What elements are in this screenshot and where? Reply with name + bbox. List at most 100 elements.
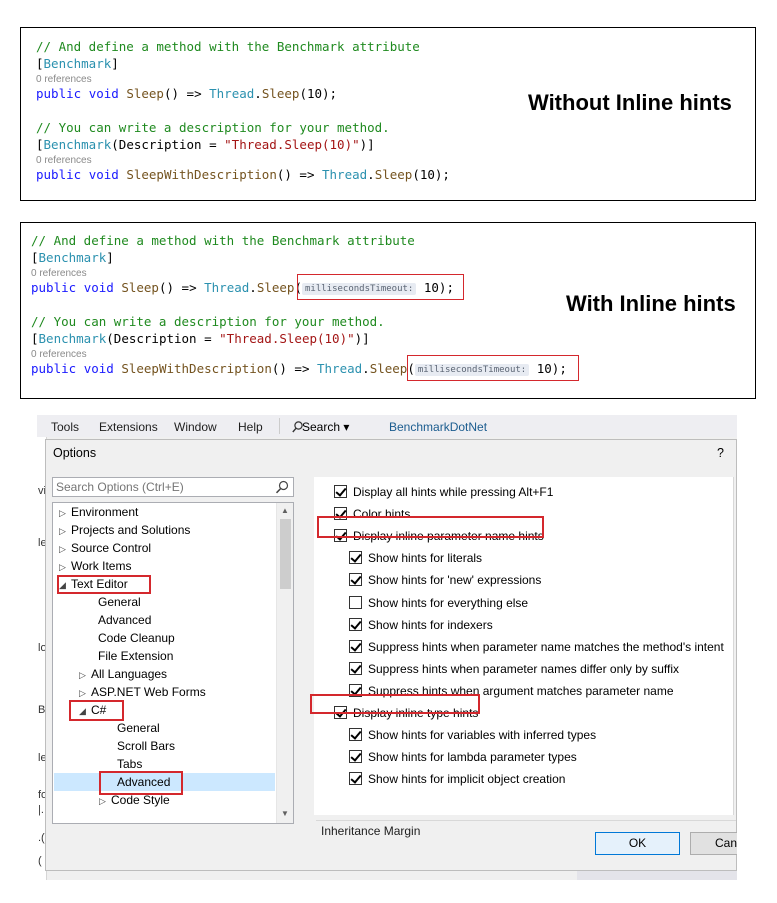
expand-arrow-icon[interactable]: ▷ (79, 666, 91, 684)
code-method-name: Sleep (121, 280, 159, 295)
options-search-box[interactable] (52, 477, 294, 497)
tree-item-environment[interactable]: ▷ Environment (59, 503, 138, 521)
option-hints-literals[interactable]: Show hints for literals (349, 550, 482, 568)
code-token: [ (31, 250, 39, 265)
tree-item-csharp-general[interactable]: General (117, 719, 160, 737)
option-suppress-suffix[interactable]: Suppress hints when parameter names diff… (349, 661, 679, 679)
tree-item-work-items[interactable]: ▷ Work Items (59, 557, 131, 575)
code-token: () => (158, 280, 205, 295)
option-hints-indexers[interactable]: Show hints for indexers (349, 617, 493, 635)
tree-scrollbar[interactable]: ▲ ▼ (276, 503, 293, 823)
code-method-name: SleepWithDescription (126, 167, 277, 182)
code-string: "Thread.Sleep(10)" (219, 331, 355, 346)
menu-extensions[interactable]: Extensions (99, 420, 158, 434)
checkbox[interactable] (349, 573, 362, 586)
scroll-down-icon[interactable]: ▼ (281, 809, 289, 818)
tree-item-advanced[interactable]: Advanced (98, 611, 151, 629)
code-keyword: public (31, 361, 77, 376)
expand-arrow-icon[interactable]: ▷ (59, 558, 71, 576)
tree-item-label: ASP.NET Web Forms (91, 685, 206, 699)
option-suppress-method-intent[interactable]: Suppress hints when parameter name match… (349, 639, 724, 657)
search-menu-label: Search ▾ (302, 420, 350, 434)
checkbox[interactable] (349, 618, 362, 631)
references-codelens[interactable]: 0 references (36, 155, 92, 167)
checkbox[interactable] (349, 551, 362, 564)
menu-separator (279, 418, 280, 434)
options-search-input[interactable] (56, 479, 266, 495)
code-line: [Benchmark(Description = "Thread.Sleep(1… (36, 137, 375, 153)
references-codelens[interactable]: 0 references (31, 349, 87, 361)
help-button[interactable]: ? (717, 446, 724, 460)
tree-item-general[interactable]: General (98, 593, 141, 611)
references-codelens[interactable]: 0 references (36, 74, 92, 86)
tree-item-all-languages[interactable]: ▷ All Languages (79, 665, 167, 683)
tree-item-label: Advanced (98, 613, 152, 627)
tree-item-file-extension[interactable]: File Extension (98, 647, 173, 665)
option-display-all-hints[interactable]: Display all hints while pressing Alt+F1 (334, 484, 553, 502)
code-keyword: void (83, 361, 114, 376)
checkbox[interactable] (349, 640, 362, 653)
expand-arrow-icon[interactable]: ▷ (59, 504, 71, 522)
code-comment: // You can write a description for your … (36, 120, 390, 135)
option-hints-inferred-types[interactable]: Show hints for variables with inferred t… (349, 727, 596, 745)
option-label: Show hints for 'new' expressions (368, 573, 542, 587)
code-token: )] (354, 331, 370, 346)
code-line: [Benchmark(Description = "Thread.Sleep(1… (31, 331, 370, 347)
tree-item-label: File Extension (98, 649, 174, 663)
tree-item-source-control[interactable]: ▷ Source Control (59, 539, 151, 557)
cancel-button[interactable]: Cancel (690, 832, 737, 855)
scrollbar-thumb[interactable] (280, 519, 291, 589)
option-label: Suppress hints when parameter names diff… (368, 662, 680, 676)
checkbox[interactable] (349, 750, 362, 763)
code-type: Thread (209, 86, 255, 101)
code-method-call: Sleep (374, 167, 413, 182)
tree-item-code-cleanup[interactable]: Code Cleanup (98, 629, 175, 647)
checkbox[interactable] (349, 662, 362, 675)
menu-help[interactable]: Help (238, 420, 263, 434)
menu-window[interactable]: Window (174, 420, 217, 434)
tree-item-label: Tabs (117, 757, 143, 771)
section-header-inheritance-margin: Inheritance Margin (321, 824, 421, 838)
highlight-box (99, 771, 183, 795)
ok-button[interactable]: OK (595, 832, 680, 855)
code-keyword: void (83, 280, 114, 295)
option-hints-implicit-object-creation[interactable]: Show hints for implicit object creation (349, 771, 565, 789)
checkbox[interactable] (349, 772, 362, 785)
code-token: (Description = (106, 331, 220, 346)
scroll-up-icon[interactable]: ▲ (281, 506, 289, 515)
checkbox[interactable] (334, 485, 347, 498)
tree-item-scroll-bars[interactable]: Scroll Bars (117, 737, 175, 755)
code-method-name: Sleep (126, 86, 164, 101)
code-type: Thread (322, 167, 368, 182)
checkbox[interactable] (349, 728, 362, 741)
expand-arrow-icon[interactable]: ▷ (59, 540, 71, 558)
references-codelens[interactable]: 0 references (31, 268, 87, 280)
option-hints-lambda-parameters[interactable]: Show hints for lambda parameter types (349, 749, 577, 767)
code-keyword: void (88, 167, 119, 182)
option-hints-new-expressions[interactable]: Show hints for 'new' expressions (349, 572, 541, 590)
code-keyword: void (88, 86, 119, 101)
option-label: Show hints for lambda parameter types (368, 750, 577, 764)
option-hints-everything-else[interactable]: Show hints for everything else (349, 595, 528, 613)
code-line: public void SleepWithDescription() => Th… (36, 167, 450, 182)
background-text: ( (38, 855, 42, 867)
solution-name: BenchmarkDotNet (389, 420, 488, 434)
option-label: Display all hints while pressing Alt+F1 (353, 485, 554, 499)
expand-arrow-icon[interactable]: ▷ (59, 522, 71, 540)
tree-item-aspnet-web-forms[interactable]: ▷ ASP.NET Web Forms (79, 683, 206, 701)
code-keyword: public (31, 280, 77, 295)
tree-item-label: Projects and Solutions (71, 523, 191, 537)
code-token: (Description = (111, 137, 225, 152)
search-icon[interactable] (275, 480, 289, 494)
code-token: ] (106, 250, 114, 265)
option-label: Show hints for literals (368, 551, 483, 565)
code-comment: // You can write a description for your … (31, 314, 385, 329)
search-menu[interactable]: Search ▾ (292, 420, 350, 434)
checkbox[interactable] (349, 596, 362, 609)
code-type: Thread (317, 361, 363, 376)
code-method-call: Sleep (261, 86, 300, 101)
visual-studio-window: Tools Extensions Window Help Search ▾ Be… (37, 415, 737, 880)
menu-tools[interactable]: Tools (51, 420, 79, 434)
tree-item-projects-and-solutions[interactable]: ▷ Projects and Solutions (59, 521, 190, 539)
code-attribute: Benchmark (38, 250, 107, 265)
